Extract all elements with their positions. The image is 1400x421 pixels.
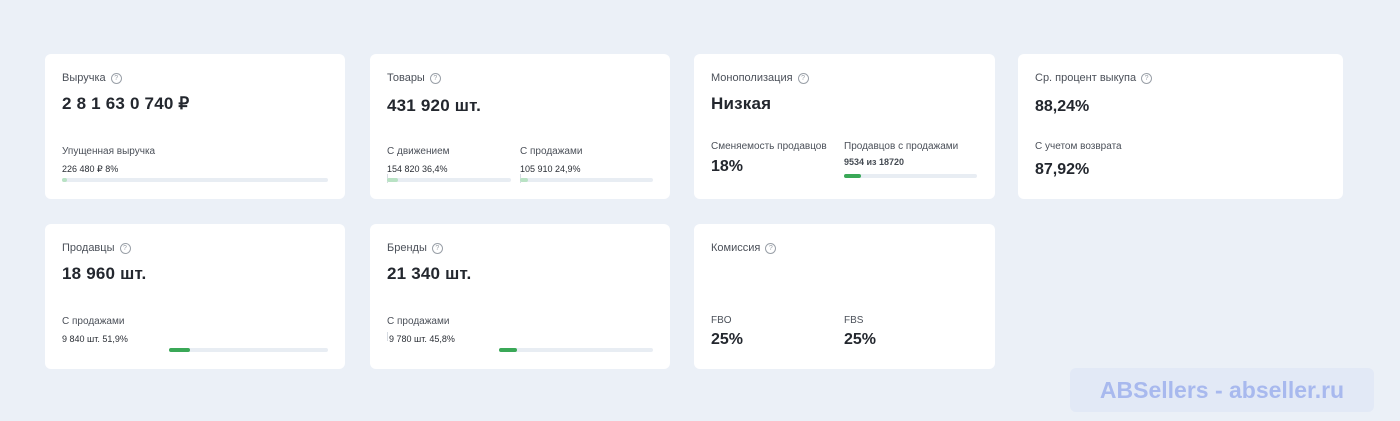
fbo-label: FBO (711, 315, 732, 326)
buyout-card: Ср. процент выкупа ? 88,24% С учетом воз… (1018, 54, 1343, 199)
sellers-sales-bar-fill (169, 348, 190, 352)
help-icon[interactable]: ? (797, 72, 809, 84)
sellers-sales-bar (169, 348, 328, 352)
brands-sales-label: С продажами (387, 316, 450, 327)
goods-card: Товары ? 431 920 шт. С движением 154 820… (370, 54, 670, 199)
revenue-card: Выручка ? 2 8 1 63 0 740 ₽ Упущенная выр… (45, 54, 345, 199)
sellers-with-sales-value: 9534 из 18720 (844, 157, 905, 167)
sellers-value: 18 960 шт. (62, 264, 147, 283)
commission-title: Комиссия (711, 242, 761, 254)
help-icon[interactable]: ? (429, 72, 441, 84)
brands-card: Бренды ? 21 340 шт. С продажами 9 780 шт… (370, 224, 670, 369)
lost-revenue-bar-fill (62, 178, 68, 182)
sellers-card: Продавцы ? 18 960 шт. С продажами 9 840 … (45, 224, 345, 369)
goods-movement-bar-fill (387, 178, 399, 182)
watermark: ABSellers - abseller.ru (1070, 368, 1374, 412)
fbs-label: FBS (844, 315, 864, 326)
lost-revenue-bar (62, 178, 328, 182)
goods-sales-bar (520, 178, 653, 182)
goods-movement-label: С движением (387, 146, 450, 157)
goods-title: Товары (387, 72, 425, 84)
revenue-title: Выручка (62, 72, 106, 84)
goods-movement-value: 154 820 36,4% (387, 164, 448, 174)
sellers-with-sales-label: Продавцов с продажами (844, 141, 959, 152)
goods-sales-bar-fill (520, 178, 529, 182)
lost-revenue-label: Упущенная выручка (62, 146, 156, 157)
help-icon[interactable]: ? (110, 72, 122, 84)
turnover-value: 18% (711, 158, 744, 175)
brands-sales-value: 9 780 шт. 45,8% (389, 334, 455, 344)
divider (387, 332, 388, 341)
monopoly-value: Низкая (711, 94, 772, 113)
help-icon[interactable]: ? (1141, 72, 1153, 84)
brands-value: 21 340 шт. (387, 264, 472, 283)
monopoly-title: Монополизация (711, 72, 793, 84)
goods-value: 431 920 шт. (387, 96, 482, 115)
commission-card: Комиссия ? FBO 25% FBS 25% (694, 224, 995, 369)
buyout-returns-value: 87,92% (1035, 161, 1090, 178)
buyout-title: Ср. процент выкупа (1035, 72, 1137, 84)
sellers-with-sales-bar (844, 174, 977, 178)
goods-sales-label: С продажами (520, 146, 583, 157)
fbo-value: 25% (711, 331, 744, 348)
fbs-value: 25% (844, 331, 877, 348)
help-icon[interactable]: ? (431, 242, 443, 254)
buyout-returns-label: С учетом возврата (1035, 141, 1122, 152)
goods-movement-bar (387, 178, 511, 182)
brands-title: Бренды (387, 242, 427, 254)
sellers-with-sales-bar-fill (844, 174, 861, 178)
brands-sales-bar-fill (499, 348, 517, 352)
help-icon[interactable]: ? (119, 242, 131, 254)
sellers-title: Продавцы (62, 242, 115, 254)
sellers-sales-value: 9 840 шт. 51,9% (62, 334, 128, 344)
sellers-sales-label: С продажами (62, 316, 125, 327)
revenue-value: 2 8 1 63 0 740 ₽ (62, 94, 190, 113)
buyout-value: 88,24% (1035, 98, 1090, 115)
brands-sales-bar (499, 348, 653, 352)
help-icon[interactable]: ? (765, 242, 777, 254)
lost-revenue-value: 226 480 ₽ 8% (62, 164, 119, 174)
monopoly-card: Монополизация ? Низкая Сменяемость прода… (694, 54, 995, 199)
goods-sales-value: 105 910 24,9% (520, 164, 581, 174)
turnover-label: Сменяемость продавцов (711, 141, 827, 152)
